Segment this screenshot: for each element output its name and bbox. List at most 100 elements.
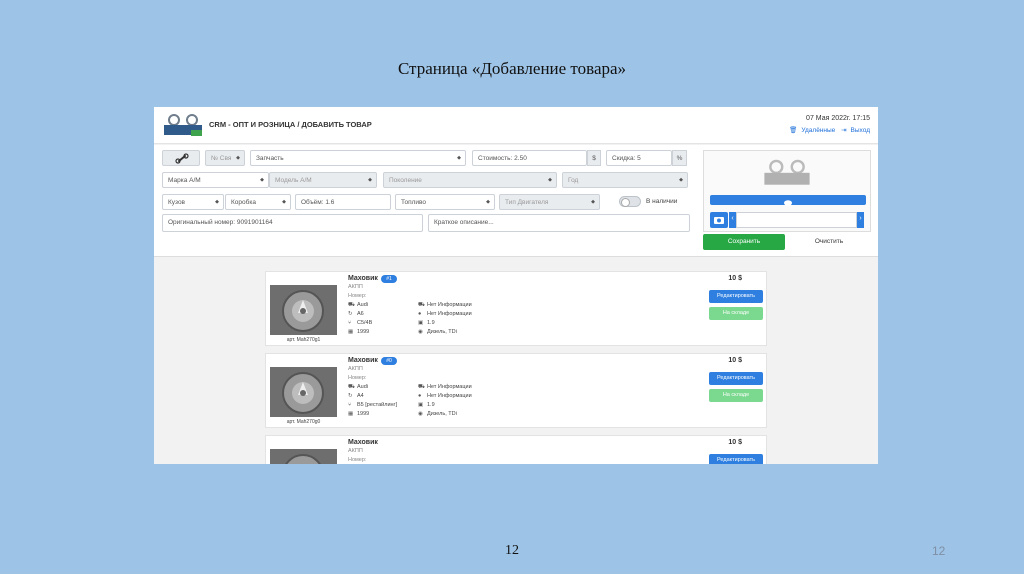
product-info2: Нет Информации [427, 393, 472, 399]
clear-button[interactable]: Очистить [788, 234, 870, 250]
calendar-icon: ▦ [348, 411, 354, 417]
product-volume: 1.9 [427, 402, 435, 408]
year-select[interactable]: Год ◆ [562, 172, 688, 188]
product-category: АКПП [348, 284, 363, 290]
product-number: Номер: [348, 375, 367, 381]
edit-button[interactable]: Редактировать [709, 454, 763, 464]
camera-button[interactable] [710, 212, 728, 228]
fuel-icon: ◉ [418, 329, 423, 335]
product-card: арт. Mah270g1 Маховик #1 АКПП Номер: ⛟ Au… [265, 271, 767, 346]
product-price: 10 $ [728, 357, 742, 364]
product-badge: #1 [381, 275, 397, 283]
photo-panel: ‹ › [703, 150, 871, 232]
product-article: арт. Mah270g0 [286, 419, 321, 425]
chevron-right-icon: › [859, 215, 862, 222]
product-price: 10 $ [728, 275, 742, 282]
flywheel-icon [270, 285, 337, 335]
product-year: 1999 [357, 411, 370, 417]
product-category: АКПП [348, 366, 363, 372]
product-generation: C5/4B [357, 320, 373, 326]
product-fuel: Дизель, TDi [427, 329, 457, 335]
product-photo [270, 367, 337, 417]
header-date: 07 Мая 2022г. 17:15 [806, 115, 870, 122]
gearbox-select[interactable]: Коробка ◆ [225, 194, 291, 210]
upload-button[interactable] [710, 195, 866, 206]
product-photo [270, 449, 337, 464]
exit-link[interactable]: Выход [851, 127, 870, 134]
product-name[interactable]: Маховик [348, 275, 378, 282]
chevron-left-icon: ‹ [731, 215, 734, 222]
chevron-down-icon: ◆ [679, 177, 683, 183]
product-name[interactable]: Маховик [348, 439, 378, 446]
chevron-down-icon: ◆ [548, 177, 552, 183]
generation-select[interactable]: Поколение ◆ [383, 172, 557, 188]
car-icon: ⛟ [348, 302, 355, 308]
save-button[interactable]: Сохранить [703, 234, 785, 250]
product-card: Маховик АКПП Номер: 10 $ Редактировать [265, 435, 767, 464]
product-badge: #0 [381, 357, 397, 365]
link-icon [175, 153, 189, 164]
crm-title: CRM - ОПТ И РОЗНИЦА / ДОБАВИТЬ ТОВАР [209, 120, 372, 129]
product-year: 1999 [357, 329, 370, 335]
pin-icon: ● [418, 393, 422, 399]
app-header: CRM - ОПТ И РОЗНИЦА / ДОБАВИТЬ ТОВАР 07 … [154, 107, 878, 144]
slide-page-number-corner: 12 [932, 544, 946, 558]
trash-icon: 🗑 [789, 127, 798, 134]
next-photo-button[interactable]: › [857, 212, 864, 228]
product-name[interactable]: Маховик [348, 357, 378, 364]
product-info2: Нет Информации [427, 311, 472, 317]
flywheel-icon [270, 367, 337, 417]
slide-page-number: 12 [505, 543, 519, 558]
brand-select[interactable]: Марка А/М ◆ [162, 172, 269, 188]
number-select[interactable]: № Свя ◆ [205, 150, 245, 166]
currency-addon: $ [587, 150, 601, 166]
exit-icon: ⇥ [841, 127, 847, 134]
chevron-down-icon: ◆ [260, 177, 264, 183]
cost-input[interactable]: Стоимость: 2.50 [472, 150, 587, 166]
pin-icon: ● [418, 311, 422, 317]
body-select[interactable]: Кузов ◆ [162, 194, 224, 210]
chevron-down-icon: ◆ [368, 177, 372, 183]
product-number: Номер: [348, 457, 367, 463]
sync-icon: ↻ [348, 311, 353, 317]
car-body-icon: ⛟ [418, 302, 425, 308]
deleted-link[interactable]: Удалённые [801, 127, 835, 134]
logo-icon [764, 159, 810, 185]
short-description-input[interactable]: Краткое описание... [428, 214, 690, 232]
car-body-icon: ⛟ [418, 384, 425, 390]
chevron-down-icon: ◆ [236, 155, 240, 161]
add-product-form: № Свя ◆ Запчасть ◆ Стоимость: 2.50 $ Скидк… [154, 145, 878, 257]
original-number-input[interactable]: Оригинальный номер: 9091901164 [162, 214, 423, 232]
product-info1: Нет Информации [427, 302, 472, 308]
product-number: Номер: [348, 293, 367, 299]
in-stock-label: В наличии [646, 198, 678, 205]
chevron-down-icon: ◆ [591, 199, 595, 205]
product-photo [270, 285, 337, 335]
branch-icon: ⑂ [348, 402, 352, 408]
fuel-icon: ◉ [418, 411, 423, 417]
chevron-down-icon: ◆ [215, 199, 219, 205]
volume-input[interactable]: Объём: 1.6 [295, 194, 391, 210]
edit-button[interactable]: Редактировать [709, 290, 763, 303]
product-brand: Audi [357, 302, 369, 308]
model-select[interactable]: Модель А/М ◆ [269, 172, 377, 188]
engine-icon: ▣ [418, 402, 424, 408]
engine-type-select[interactable]: Тип Двигателя ◆ [499, 194, 600, 210]
logo-icon [164, 114, 202, 136]
chevron-down-icon: ◆ [486, 199, 490, 205]
in-stock-button[interactable]: На складе [709, 307, 763, 320]
prev-photo-button[interactable]: ‹ [729, 212, 736, 228]
chevron-down-icon: ◆ [457, 155, 461, 161]
edit-button[interactable]: Редактировать [709, 372, 763, 385]
product-fuel: Дизель, TDi [427, 411, 457, 417]
in-stock-toggle[interactable] [619, 196, 641, 207]
cloud-upload-icon [784, 200, 792, 206]
chevron-down-icon: ◆ [282, 199, 286, 205]
photo-strip [736, 212, 857, 228]
camera-icon [714, 217, 724, 224]
fuel-select[interactable]: Топливо ◆ [395, 194, 495, 210]
in-stock-button[interactable]: На складе [709, 389, 763, 402]
discount-input[interactable]: Скидка: 5 [606, 150, 672, 166]
link-button[interactable] [162, 150, 200, 166]
category-select[interactable]: Запчасть ◆ [250, 150, 466, 166]
